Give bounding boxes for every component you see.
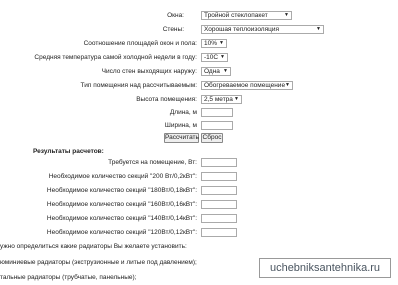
outer-walls-label: Число стен выходящих наружу: — [101, 68, 197, 75]
required-power-output[interactable] — [201, 158, 237, 167]
results-heading: Результаты расчетов: — [33, 148, 104, 155]
room-above-type-value: Обогреваемое помещение — [204, 82, 286, 89]
coldest-week-temp-label: Средняя температура самой холодной недел… — [34, 54, 197, 61]
outer-walls-select[interactable]: Одна ▼ — [201, 67, 231, 76]
sections-160w-label: Необходимое количество секций "160Вт/0,1… — [46, 201, 197, 208]
window-floor-ratio-label: Соотношение площадей окон и пола: — [83, 40, 197, 47]
window-label: Окна: — [167, 12, 184, 19]
walls-select-value: Хорошая теплоизоляция — [204, 26, 279, 33]
chevron-down-icon: ▼ — [220, 54, 225, 60]
room-height-select[interactable]: 2,5 метра ▼ — [201, 95, 242, 104]
room-height-value: 2,5 метра — [204, 96, 233, 103]
chevron-down-icon: ▼ — [285, 82, 290, 88]
chevron-down-icon: ▼ — [316, 26, 321, 32]
coldest-week-temp-select[interactable]: -10С ▼ — [201, 53, 228, 62]
sections-200w-label: Необходимое количество секций "200 Вт/0,… — [48, 173, 197, 180]
length-label: Длина, м — [169, 109, 197, 116]
sections-140w-label: Необходимое количество секций "140Вт/0,1… — [46, 215, 197, 222]
walls-label: Стены: — [162, 26, 184, 33]
sections-120w-output[interactable] — [201, 228, 237, 237]
sections-120w-label: Необходимое количество секций "120Вт/0,1… — [46, 229, 197, 236]
chevron-down-icon: ▼ — [219, 40, 224, 46]
room-above-type-select[interactable]: Обогреваемое помещение ▼ — [201, 81, 293, 90]
window-floor-ratio-value: 10% — [204, 40, 218, 47]
sections-180w-label: Необходимое количество секций "180Вт/0,1… — [46, 187, 197, 194]
calculate-button[interactable]: Рассчитать — [164, 133, 199, 143]
chevron-down-icon: ▼ — [234, 96, 239, 102]
chevron-down-icon: ▼ — [284, 12, 289, 18]
coldest-week-temp-value: -10С — [204, 54, 219, 61]
sections-160w-output[interactable] — [201, 200, 237, 209]
window-floor-ratio-select[interactable]: 10% ▼ — [201, 39, 227, 48]
width-label: Ширина, м — [164, 122, 197, 129]
room-above-type-label: Тип помещения над рассчитываемым: — [80, 82, 197, 89]
sections-140w-output[interactable] — [201, 214, 237, 223]
aluminium-radiators-note: юминиевые радиаторы (экструзионные и лит… — [0, 259, 197, 266]
walls-select[interactable]: Хорошая теплоизоляция ▼ — [201, 25, 324, 34]
outer-walls-value: Одна — [204, 68, 220, 75]
steel-radiators-note: тальные радиаторы (трубчатые, панельные)… — [0, 274, 137, 281]
reset-button[interactable]: Сброс — [201, 133, 223, 143]
window-select-value: Тройной стеклопакет — [204, 12, 268, 19]
length-input[interactable] — [201, 108, 233, 117]
radiator-choice-note: ужно определиться какие радиаторы Вы жел… — [0, 243, 187, 250]
width-input[interactable] — [201, 121, 233, 130]
site-watermark: uchebniksantehnika.ru — [259, 258, 391, 278]
window-select[interactable]: Тройной стеклопакет ▼ — [201, 11, 292, 20]
chevron-down-icon: ▼ — [223, 68, 228, 74]
room-height-label: Высота помещения: — [136, 96, 197, 103]
sections-200w-output[interactable] — [201, 172, 237, 181]
sections-180w-output[interactable] — [201, 186, 237, 195]
required-power-label: Требуется на помещение, Вт: — [108, 159, 197, 166]
